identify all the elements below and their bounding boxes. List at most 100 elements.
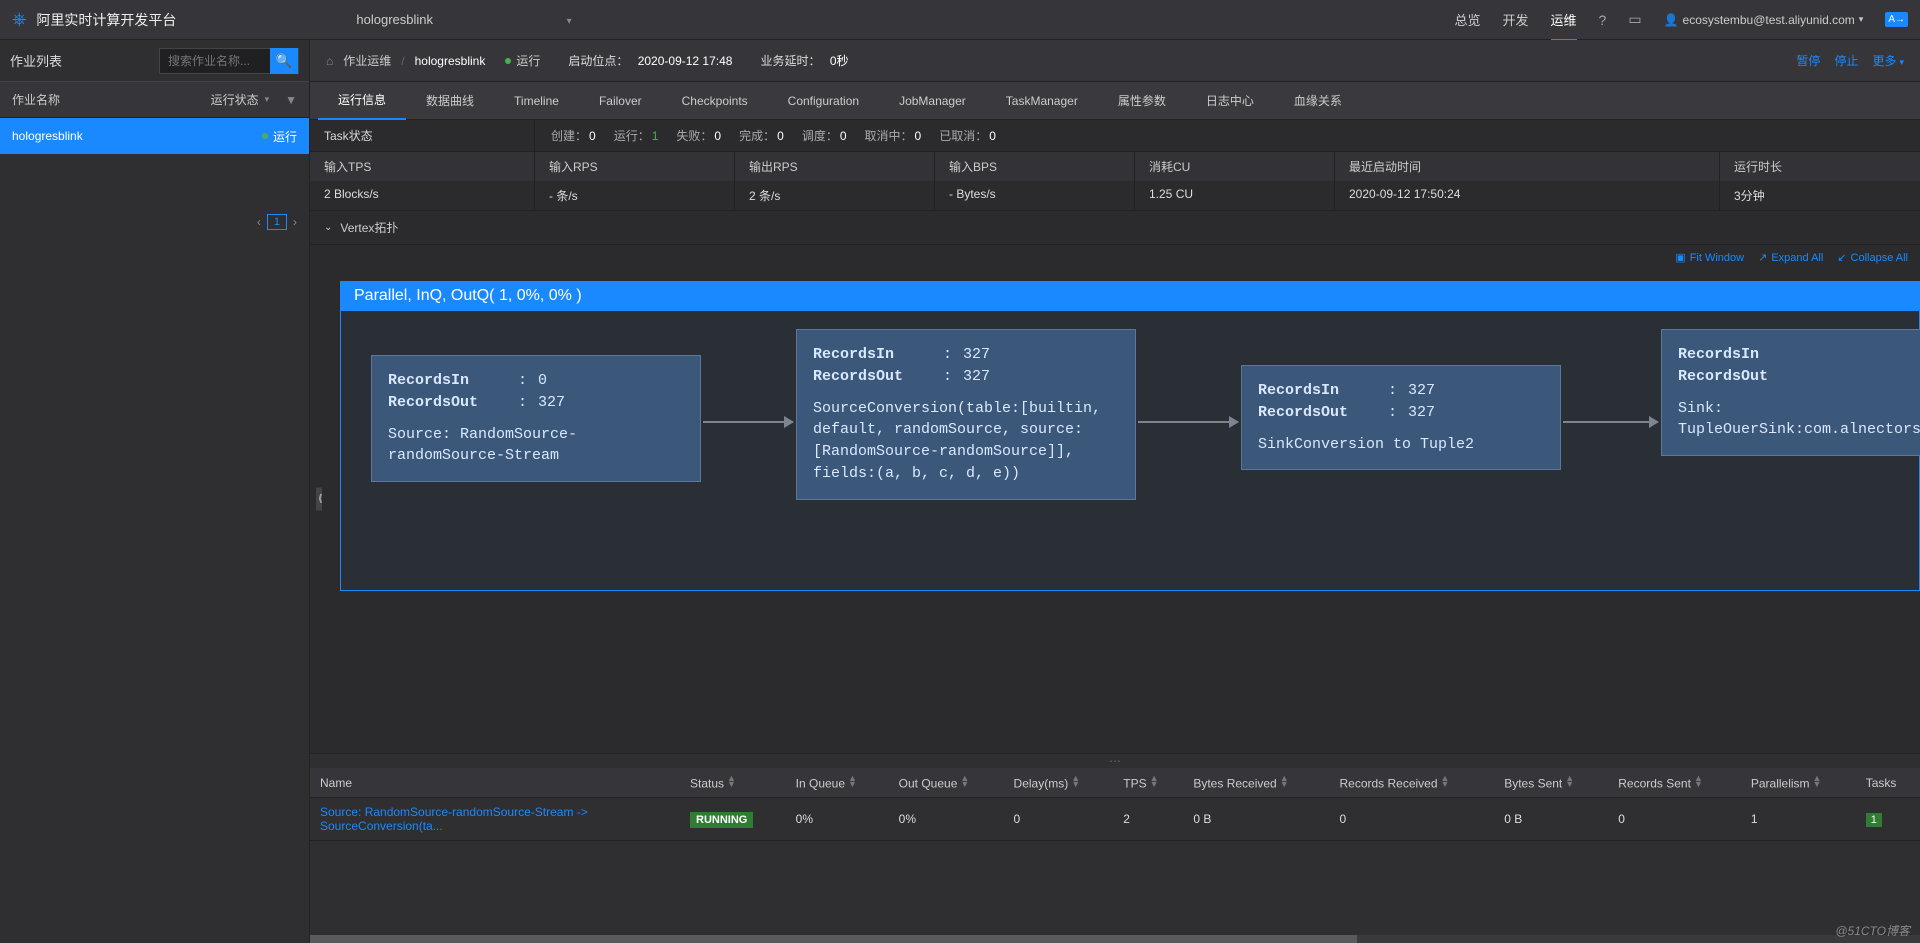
brand-logo-icon: ⎈ bbox=[12, 9, 26, 30]
nav-misc-icon[interactable]: ▭ bbox=[1628, 11, 1641, 28]
tab-configuration[interactable]: Configuration bbox=[768, 82, 879, 120]
metric-h-start: 最近启动时间 bbox=[1335, 152, 1719, 181]
edge-3 bbox=[1563, 421, 1658, 423]
th-inq[interactable]: In Queue▲▼ bbox=[786, 768, 889, 798]
stop-button[interactable]: 停止 bbox=[1834, 52, 1858, 69]
metric-h-inrps: 输入RPS bbox=[535, 152, 734, 181]
cell-rs: 0 bbox=[1608, 798, 1741, 841]
metric-v-dur: 3分钟 bbox=[1720, 181, 1920, 210]
th-name[interactable]: Name bbox=[310, 768, 680, 798]
metric-v-cu: 1.25 CU bbox=[1135, 181, 1334, 207]
task-link[interactable]: Source: RandomSource-randomSource-Stream… bbox=[320, 805, 588, 833]
home-icon[interactable]: ⌂ bbox=[326, 54, 333, 68]
tasks-badge: 1 bbox=[1866, 813, 1882, 827]
help-icon[interactable]: ? bbox=[1599, 12, 1607, 28]
filter-icon[interactable]: ▼ bbox=[285, 93, 297, 107]
cell-outq: 0% bbox=[889, 798, 1004, 841]
graph-node-sourceconv[interactable]: RecordsIn:327 RecordsOut:327 SourceConve… bbox=[796, 329, 1136, 500]
scrollbar-thumb[interactable] bbox=[310, 935, 1357, 943]
th-rs[interactable]: Records Sent▲▼ bbox=[1608, 768, 1741, 798]
more-button[interactable]: 更多▾ bbox=[1872, 52, 1904, 69]
metric-v-start: 2020-09-12 17:50:24 bbox=[1335, 181, 1719, 207]
nav-ops[interactable]: 运维 bbox=[1551, 10, 1577, 41]
th-outq[interactable]: Out Queue▲▼ bbox=[889, 768, 1004, 798]
cell-par: 1 bbox=[1741, 798, 1856, 841]
job-row[interactable]: hologresblink 运行 bbox=[0, 118, 309, 154]
nav-overview[interactable]: 总览 bbox=[1455, 10, 1481, 29]
fit-window-button[interactable]: ▣ Fit Window bbox=[1675, 251, 1744, 264]
node-desc: Sink: TupleOuerSink:com.alnectors.hologH… bbox=[1678, 398, 1904, 442]
th-tasks[interactable]: Tasks bbox=[1856, 768, 1920, 798]
tab-lineage[interactable]: 血缘关系 bbox=[1274, 82, 1362, 120]
status-chip: RUNNING bbox=[690, 812, 753, 828]
graph-node-sinkconv[interactable]: RecordsIn:327 RecordsOut:327 SinkConvers… bbox=[1241, 365, 1561, 470]
project-dropdown[interactable]: hologresblink ▾ bbox=[356, 12, 571, 27]
user-menu[interactable]: 👤 ecosystembu@test.aliyunid.com ▾ bbox=[1664, 13, 1864, 27]
metric-h-cu: 消耗CU bbox=[1135, 152, 1334, 181]
cell-delay: 0 bbox=[1004, 798, 1114, 841]
search-icon[interactable]: 🔍 bbox=[270, 48, 298, 74]
th-par[interactable]: Parallelism▲▼ bbox=[1741, 768, 1856, 798]
task-status-counts: 创建：0 运行：1 失败：0 完成：0 调度：0 取消中：0 已取消：0 bbox=[535, 127, 1012, 144]
metric-h-intps: 输入TPS bbox=[310, 152, 534, 181]
chevron-down-icon[interactable]: ▾ bbox=[265, 94, 270, 105]
cell-br: 0 B bbox=[1183, 798, 1329, 841]
user-email: ecosystembu@test.aliyunid.com bbox=[1683, 13, 1855, 27]
metric-headers: 输入TPS2 Blocks/s 输入RPS- 条/s 输出RPS2 条/s 输入… bbox=[310, 152, 1920, 211]
metric-v-inbps: - Bytes/s bbox=[935, 181, 1134, 207]
metric-h-dur: 运行时长 bbox=[1720, 152, 1920, 181]
table-row[interactable]: Source: RandomSource-randomSource-Stream… bbox=[310, 798, 1920, 841]
status-dot-icon bbox=[505, 58, 511, 64]
pager-next[interactable]: › bbox=[293, 215, 297, 229]
language-icon[interactable]: A→ bbox=[1885, 12, 1908, 27]
tab-logs[interactable]: 日志中心 bbox=[1186, 82, 1274, 120]
col-name: 作业名称 bbox=[12, 91, 211, 108]
th-rr[interactable]: Records Received▲▼ bbox=[1329, 768, 1494, 798]
tab-curve[interactable]: 数据曲线 bbox=[406, 82, 494, 120]
collapse-all-button[interactable]: ↙ Collapse All bbox=[1837, 251, 1908, 264]
tasks-table: Name Status▲▼ In Queue▲▼ Out Queue▲▼ Del… bbox=[310, 768, 1920, 841]
metric-v-inrps: - 条/s bbox=[535, 181, 734, 210]
th-br[interactable]: Bytes Received▲▼ bbox=[1183, 768, 1329, 798]
th-status[interactable]: Status▲▼ bbox=[680, 768, 786, 798]
pager-prev[interactable]: ‹ bbox=[257, 215, 261, 229]
th-bs[interactable]: Bytes Sent▲▼ bbox=[1494, 768, 1608, 798]
edge-2 bbox=[1138, 421, 1238, 423]
th-tps[interactable]: TPS▲▼ bbox=[1113, 768, 1183, 798]
horizontal-scrollbar[interactable] bbox=[310, 935, 1920, 943]
node-desc: Source: RandomSource-randomSource-Stream bbox=[388, 424, 684, 468]
node-desc: SinkConversion to Tuple2 bbox=[1258, 434, 1544, 456]
metric-h-inbps: 输入BPS bbox=[935, 152, 1134, 181]
tab-jobmanager[interactable]: JobManager bbox=[879, 82, 986, 120]
user-icon: 👤 bbox=[1664, 13, 1679, 27]
pause-button[interactable]: 暂停 bbox=[1796, 52, 1820, 69]
tab-run[interactable]: 运行信息 bbox=[318, 82, 406, 120]
status-dot-icon bbox=[262, 133, 268, 139]
breadcrumb-sep: / bbox=[401, 54, 404, 68]
expand-all-button[interactable]: ↗ Expand All bbox=[1758, 251, 1823, 264]
th-delay[interactable]: Delay(ms)▲▼ bbox=[1004, 768, 1114, 798]
job-state: 运行 bbox=[505, 52, 540, 69]
pager-page[interactable]: 1 bbox=[267, 214, 287, 230]
metric-v-outrps: 2 条/s bbox=[735, 181, 934, 210]
search-input[interactable] bbox=[160, 54, 270, 68]
tab-taskmanager[interactable]: TaskManager bbox=[986, 82, 1098, 120]
breadcrumb-ops[interactable]: 作业运维 bbox=[343, 52, 391, 69]
tab-failover[interactable]: Failover bbox=[579, 82, 662, 120]
tab-props[interactable]: 属性参数 bbox=[1098, 82, 1186, 120]
job-search[interactable]: 🔍 bbox=[159, 48, 299, 74]
panel-resize-left[interactable]: ⟨⟨ bbox=[316, 488, 322, 511]
main: ⌂ 作业运维 / hologresblink 运行 启动位点： 2020-09-… bbox=[310, 40, 1920, 943]
project-name: hologresblink bbox=[356, 12, 433, 27]
tab-checkpoints[interactable]: Checkpoints bbox=[662, 82, 768, 120]
job-name: hologresblink bbox=[12, 129, 262, 143]
panel-resize-handle[interactable]: ⋯ bbox=[310, 754, 1920, 768]
tab-timeline[interactable]: Timeline bbox=[494, 82, 579, 120]
nav-develop[interactable]: 开发 bbox=[1503, 10, 1529, 29]
vertex-topo-toggle[interactable]: ⌄ Vertex拓扑 bbox=[310, 211, 1920, 245]
graph-node-source[interactable]: RecordsIn:0 RecordsOut:327 Source: Rando… bbox=[371, 355, 701, 482]
cell-inq: 0% bbox=[786, 798, 889, 841]
graph-node-sink[interactable]: RecordsIn RecordsOut Sink: TupleOuerSink… bbox=[1661, 329, 1920, 456]
metric-v-intps: 2 Blocks/s bbox=[310, 181, 534, 207]
edge-1 bbox=[703, 421, 793, 423]
